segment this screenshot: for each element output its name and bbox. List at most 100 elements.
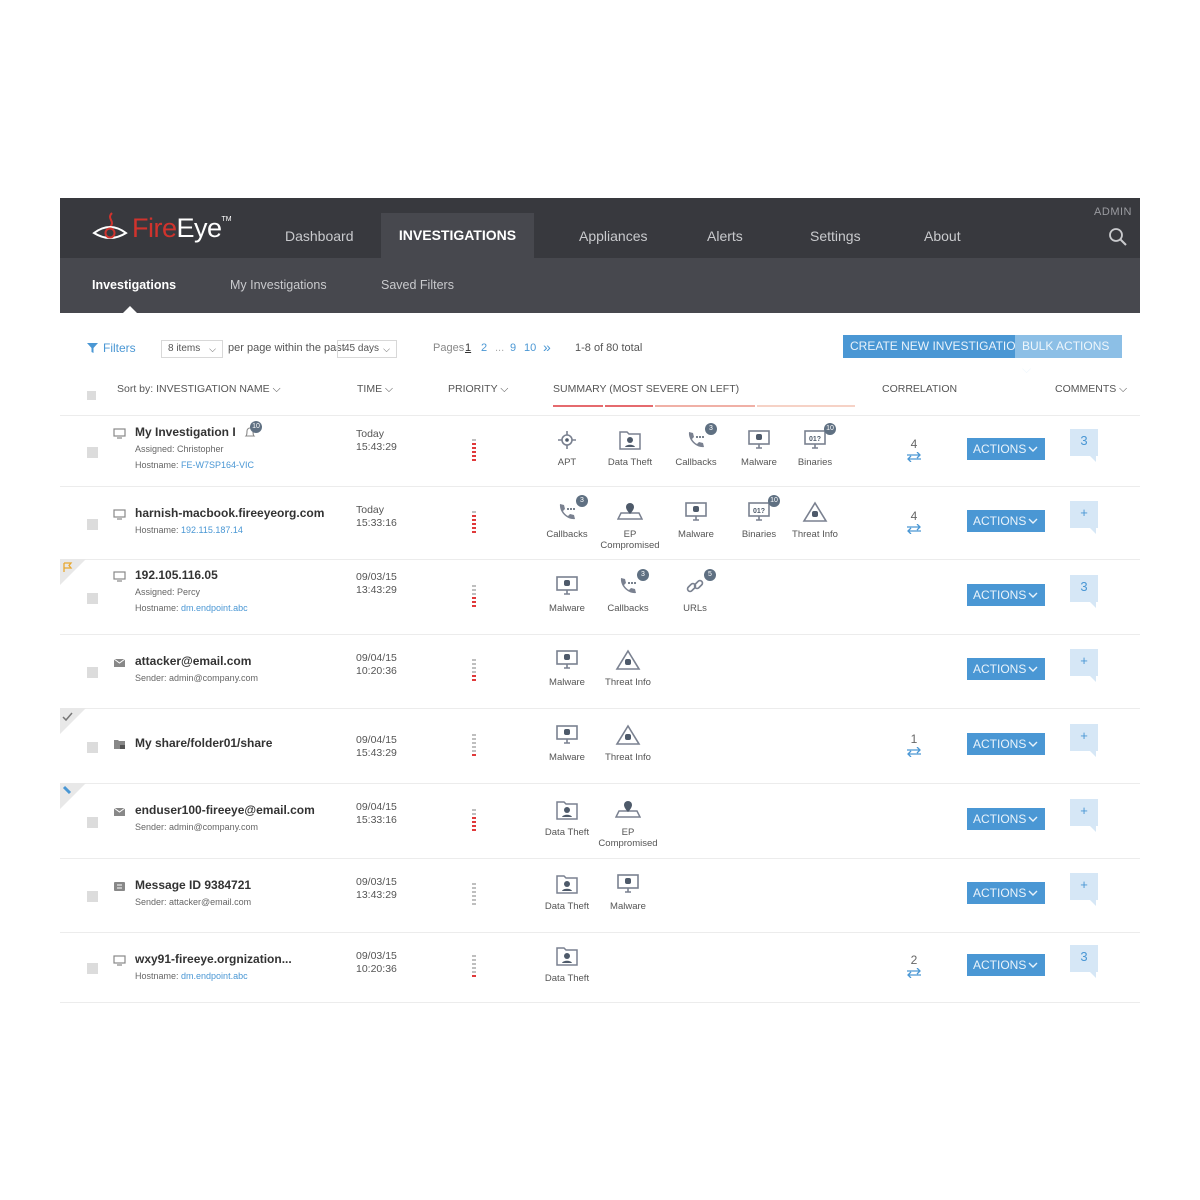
summary-threat-info[interactable]: Threat Info (593, 649, 663, 688)
priority-header[interactable]: PRIORITY ⌵ (448, 383, 508, 396)
summary-malware[interactable]: Malware (532, 724, 602, 763)
investigation-name-link[interactable]: My share/folder01/share (135, 736, 272, 750)
days-select[interactable]: 45 days ⌵ (337, 340, 397, 358)
comments-button[interactable]: + (1070, 724, 1098, 757)
summary-malware[interactable]: Malware (532, 649, 602, 688)
investigation-name-link[interactable]: enduser100-fireeye@email.com (135, 803, 315, 817)
subnav-investigations[interactable]: Investigations (92, 258, 176, 313)
table-row[interactable]: wxy91-fireeye.orgnization... Hostname: dm… (60, 932, 1140, 1003)
comments-button[interactable]: 3 (1070, 575, 1098, 608)
comments-header[interactable]: COMMENTS ⌵ (1055, 383, 1127, 396)
actions-button[interactable]: ACTIONS (967, 438, 1045, 460)
nav-appliances[interactable]: Appliances (579, 198, 648, 258)
correlation-cell[interactable]: 2 (900, 953, 928, 981)
comments-button[interactable]: 3 (1070, 945, 1098, 978)
pin-marker-icon[interactable] (60, 783, 86, 809)
subnav-saved-filters[interactable]: Saved Filters (381, 258, 454, 313)
summary-data-theft[interactable]: Data Theft (595, 429, 665, 468)
page-10[interactable]: 10 (524, 342, 536, 354)
summary-binaries[interactable]: 01? Binaries (780, 429, 850, 468)
row-checkbox[interactable] (87, 447, 98, 458)
time-header[interactable]: TIME ⌵ (357, 383, 393, 396)
comments-button[interactable]: + (1070, 799, 1098, 832)
bulk-actions-button[interactable]: BULK ACTIONS ⌵ (1015, 335, 1122, 376)
investigation-name-link[interactable]: My Investigation I (135, 425, 236, 439)
sort-by-header[interactable]: Sort by: INVESTIGATION NAME ⌵ (117, 383, 281, 396)
next-page-icon[interactable]: » (543, 339, 551, 355)
row-checkbox[interactable] (87, 963, 98, 974)
hostname-link[interactable]: dm.endpoint.abc (181, 603, 248, 613)
flag-marker-icon[interactable] (60, 559, 86, 585)
table-row[interactable]: My Investigation I 10 Assigned: Christophe… (60, 416, 1140, 487)
summary-threat-info[interactable]: Threat Info (780, 501, 850, 540)
summary-malware[interactable]: Malware (661, 501, 731, 540)
select-all-checkbox[interactable] (87, 391, 96, 400)
correlation-cell[interactable]: 1 (900, 732, 928, 760)
row-checkbox[interactable] (87, 519, 98, 530)
row-checkbox[interactable] (87, 667, 98, 678)
summary-data-theft[interactable]: Data Theft (532, 945, 602, 984)
hostname-link[interactable]: 192.115.187.14 (181, 525, 243, 535)
actions-button[interactable]: ACTIONS (967, 733, 1045, 755)
row-checkbox[interactable] (87, 593, 98, 604)
nav-about[interactable]: About (924, 198, 961, 258)
investigation-name-link[interactable]: Message ID 9384721 (135, 878, 251, 892)
summary-malware[interactable]: Malware (593, 873, 663, 912)
correlation-cell[interactable]: 4 (900, 437, 928, 465)
row-checkbox[interactable] (87, 891, 98, 902)
filters-link[interactable]: Filters (103, 341, 136, 355)
actions-button[interactable]: ACTIONS (967, 510, 1045, 532)
hostname-link[interactable]: FE-W7SP164-VIC (181, 460, 254, 470)
summary-callbacks[interactable]: Callbacks (661, 429, 731, 468)
table-row[interactable]: Message ID 9384721 Sender: attacker@email… (60, 858, 1140, 933)
table-row[interactable]: harnish-macbook.fireeyeorg.com Hostname: … (60, 486, 1140, 560)
summary-malware[interactable]: Malware (532, 575, 602, 614)
summary-callbacks[interactable]: Callbacks (532, 501, 602, 540)
summary-urls[interactable]: URLs (660, 575, 730, 614)
search-icon[interactable] (1108, 227, 1128, 247)
fireeye-logo[interactable]: FireEye TM (92, 208, 232, 248)
table-row[interactable]: My share/folder01/share 09/04/15 15:43:29 M… (60, 708, 1140, 784)
investigation-name-link[interactable]: attacker@email.com (135, 654, 251, 668)
correlation-cell[interactable]: 4 (900, 509, 928, 537)
summary-data-theft[interactable]: Data Theft (532, 873, 602, 912)
nav-alerts[interactable]: Alerts (707, 198, 743, 258)
filter-icon[interactable] (87, 343, 98, 353)
items-per-page-select[interactable]: 8 items ⌵ (161, 340, 223, 358)
nav-dashboard[interactable]: Dashboard (285, 198, 354, 258)
summary-label: Malware (741, 457, 777, 468)
row-checkbox[interactable] (87, 817, 98, 828)
summary-ep-compromised[interactable]: EP Compromised (593, 799, 663, 849)
summary-data-theft[interactable]: Data Theft (532, 799, 602, 838)
nav-settings[interactable]: Settings (810, 198, 861, 258)
hostname-link[interactable]: dm.endpoint.abc (181, 971, 248, 981)
table-row[interactable]: 192.105.116.05 Assigned: Percy Hostname: d… (60, 559, 1140, 635)
subnav-my-investigations[interactable]: My Investigations (230, 258, 327, 313)
create-investigation-button[interactable]: CREATE NEW INVESTIGATION (843, 335, 1032, 358)
page-1[interactable]: 1 (465, 342, 471, 354)
nav-investigations[interactable]: INVESTIGATIONS (381, 213, 534, 258)
actions-button[interactable]: ACTIONS (967, 808, 1045, 830)
admin-label[interactable]: ADMIN (1094, 206, 1132, 218)
actions-button[interactable]: ACTIONS (967, 882, 1045, 904)
summary-apt[interactable]: APT (532, 429, 602, 468)
investigation-name-link[interactable]: 192.105.116.05 (135, 568, 218, 582)
summary-callbacks[interactable]: Callbacks (593, 575, 663, 614)
actions-button[interactable]: ACTIONS (967, 584, 1045, 606)
table-row[interactable]: attacker@email.com Sender: admin@company.… (60, 634, 1140, 709)
page-9[interactable]: 9 (510, 342, 516, 354)
investigation-name-link[interactable]: harnish-macbook.fireeyeorg.com (135, 506, 324, 520)
row-checkbox[interactable] (87, 742, 98, 753)
check-marker-icon[interactable] (60, 708, 86, 734)
summary-threat-info[interactable]: Threat Info (593, 724, 663, 763)
summary-ep-compromised[interactable]: EP Compromised (595, 501, 665, 551)
comments-button[interactable]: + (1070, 501, 1098, 534)
table-row[interactable]: enduser100-fireeye@email.com Sender: admi… (60, 783, 1140, 859)
comments-button[interactable]: + (1070, 873, 1098, 906)
page-2[interactable]: 2 (481, 342, 487, 354)
actions-button[interactable]: ACTIONS (967, 658, 1045, 680)
investigation-name-link[interactable]: wxy91-fireeye.orgnization... (135, 952, 292, 966)
comments-button[interactable]: + (1070, 649, 1098, 682)
actions-button[interactable]: ACTIONS (967, 954, 1045, 976)
comments-button[interactable]: 3 (1070, 429, 1098, 462)
